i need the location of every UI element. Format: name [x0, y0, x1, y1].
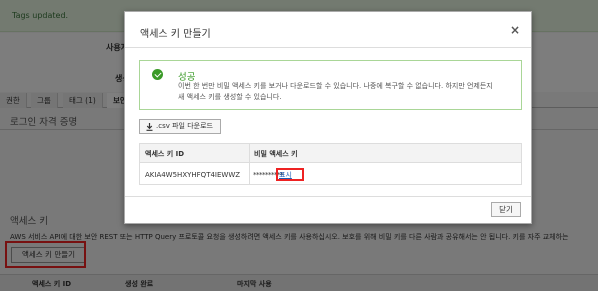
create-access-key-dialog: 액세스 키 만들기 × 성공 이번 한 번만 비밀 액세스 키를 보거나 다운로… — [124, 11, 532, 224]
dialog-header: 액세스 키 만들기 × — [125, 12, 531, 48]
access-key-table-header: 액세스 키 ID 비밀 액세스 키 — [140, 144, 521, 163]
success-message-line1: 이번 한 번만 비밀 액세스 키를 보거나 다운로드할 수 있습니다. 나중에 … — [178, 82, 493, 90]
dialog-footer-divider — [125, 196, 531, 197]
annotation-highlight-show-link — [276, 168, 304, 181]
dialog-title: 액세스 키 만들기 — [140, 29, 211, 40]
download-icon — [146, 123, 153, 131]
access-key-table: 액세스 키 ID 비밀 액세스 키 AKIA4W5HXYHFQT4IEWWZ *… — [139, 143, 522, 185]
column-header-access-key-id: 액세스 키 ID — [145, 150, 185, 158]
column-divider — [249, 144, 250, 184]
close-icon[interactable]: × — [510, 23, 520, 37]
close-button[interactable]: 닫기 — [491, 202, 521, 217]
column-header-secret-access-key: 비밀 액세스 키 — [254, 150, 298, 158]
download-csv-button[interactable]: .csv 파일 다운로드 — [139, 119, 221, 134]
access-key-id-value: AKIA4W5HXYHFQT4IEWWZ — [145, 171, 241, 179]
check-circle-icon — [152, 69, 163, 80]
success-alert: 성공 이번 한 번만 비밀 액세스 키를 보거나 다운로드할 수 있습니다. 나… — [139, 60, 522, 110]
success-message-line2: 새 액세스 키를 생성할 수 있습니다. — [178, 93, 282, 101]
download-csv-label: .csv 파일 다운로드 — [156, 122, 213, 130]
